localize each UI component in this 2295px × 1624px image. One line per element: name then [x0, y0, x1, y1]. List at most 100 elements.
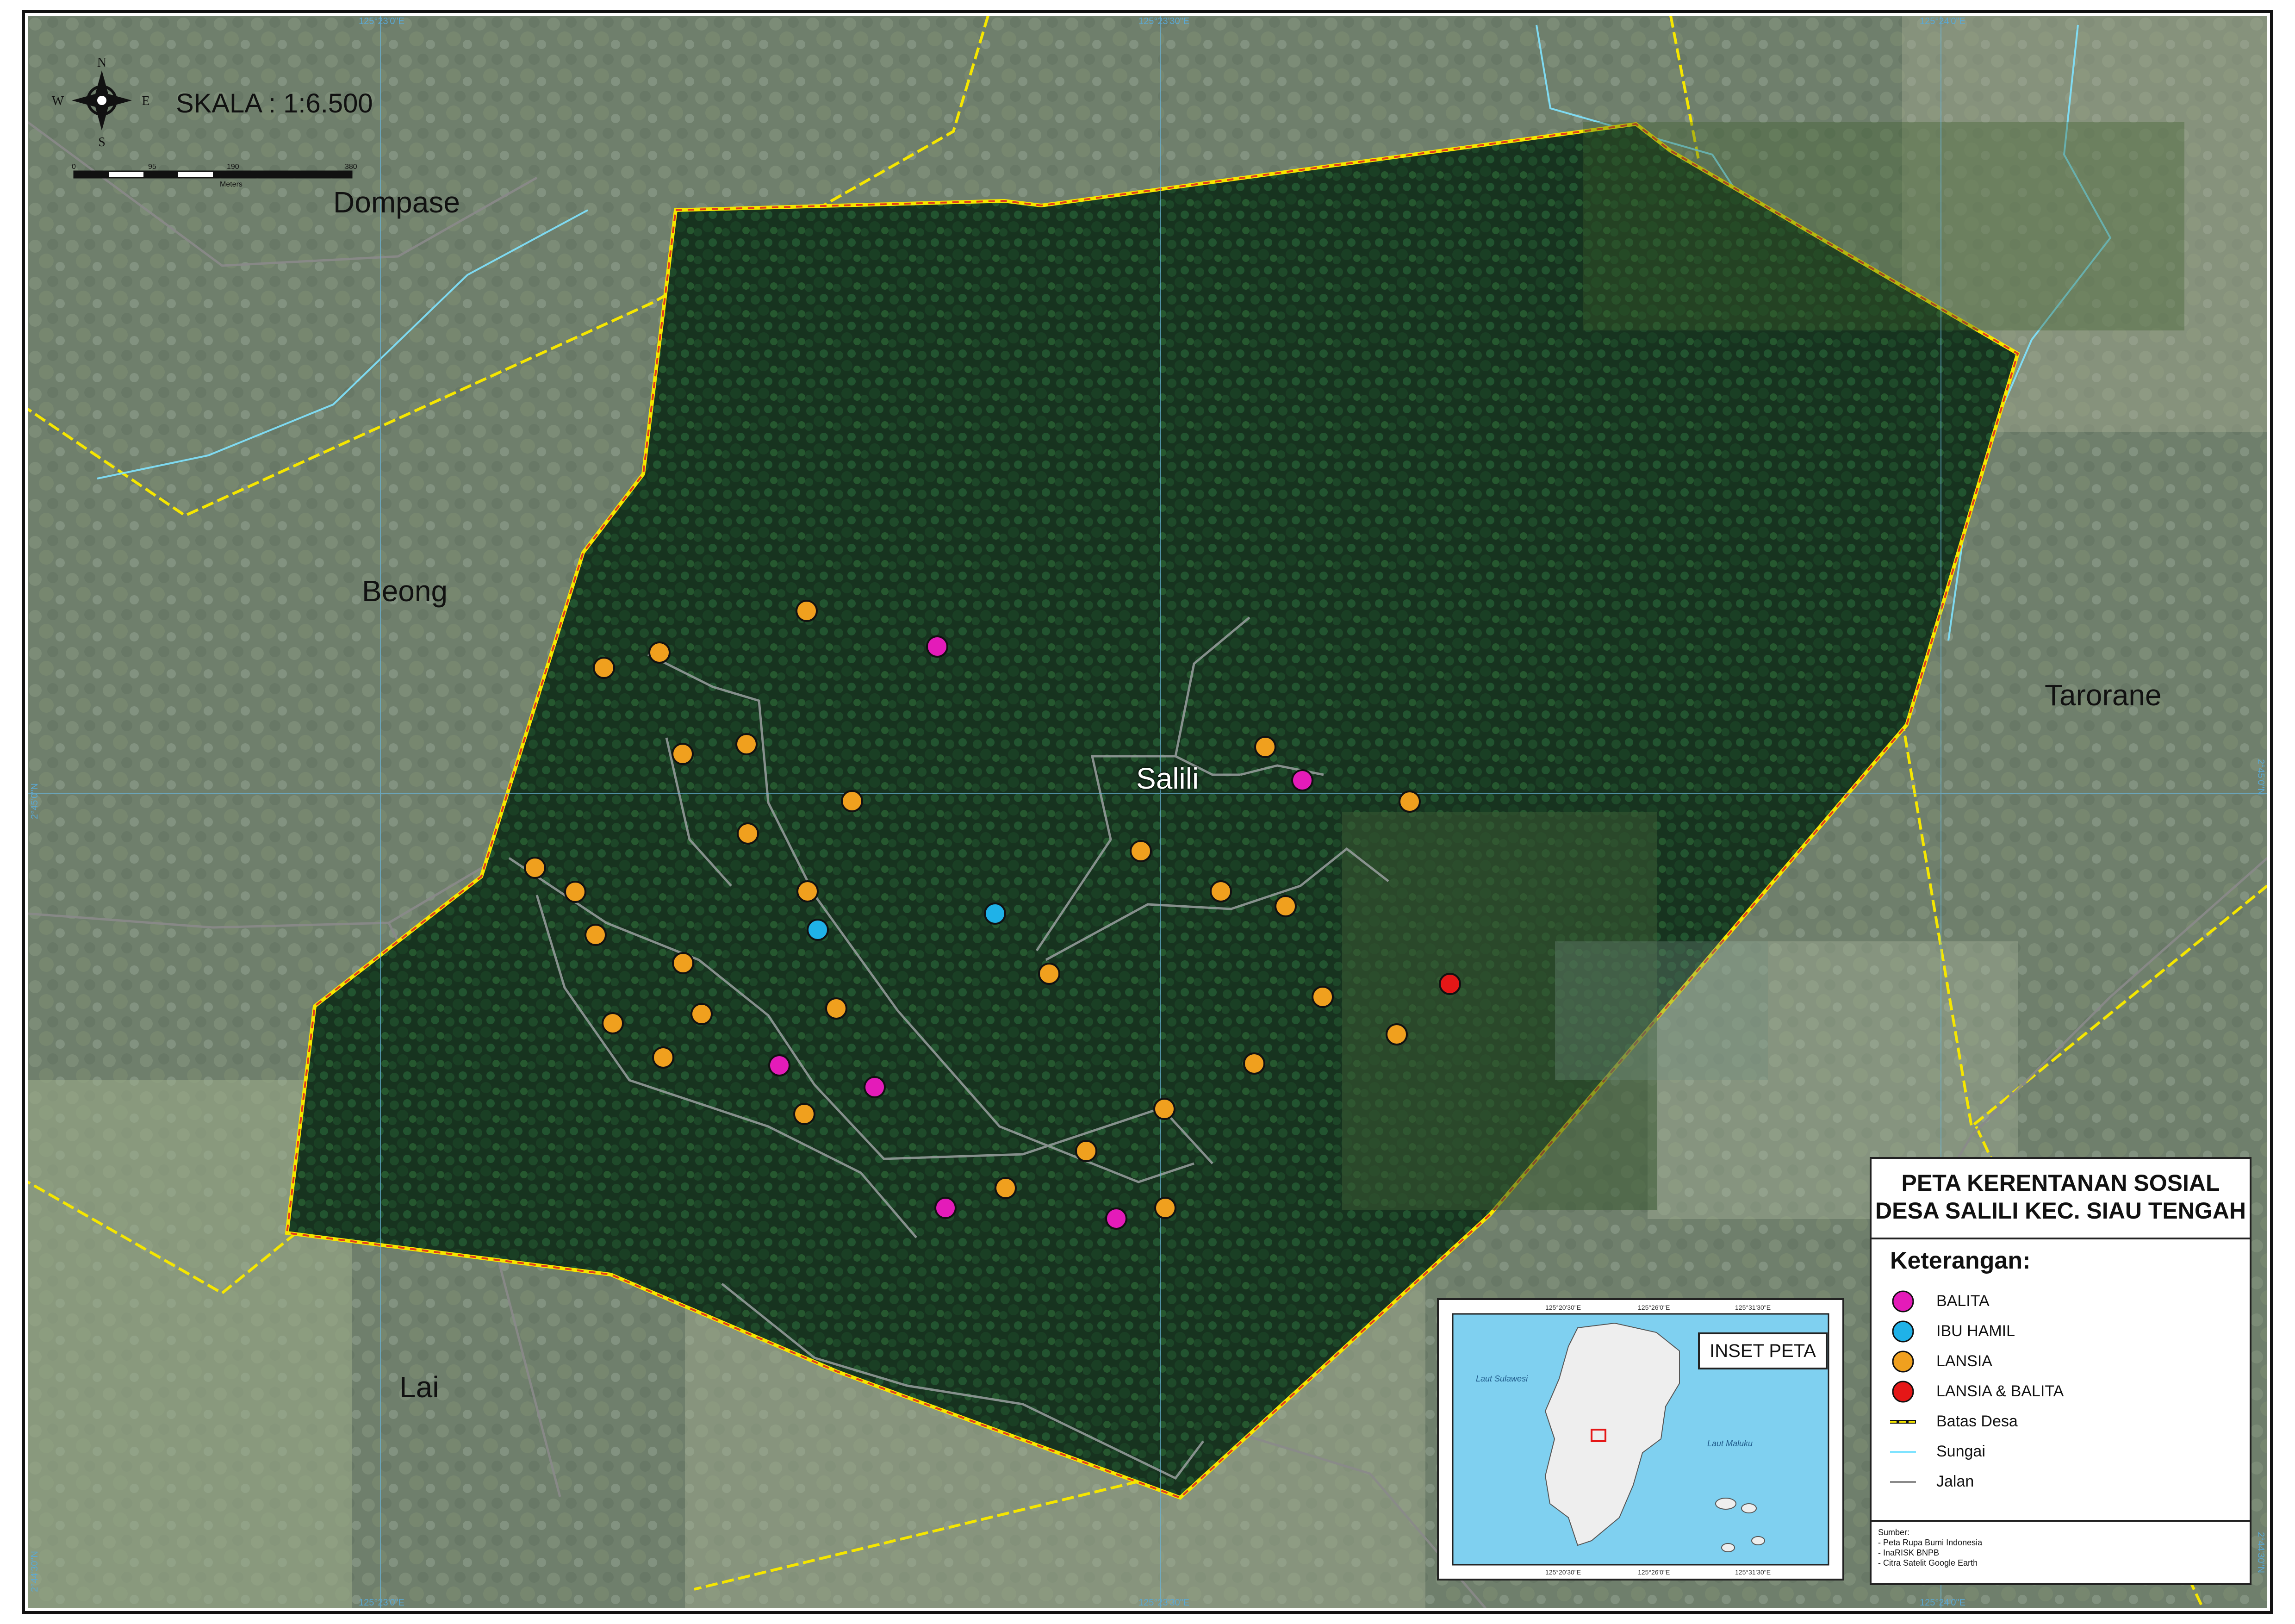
point-lansia-32: [1243, 1052, 1265, 1075]
compass-south-label: S: [98, 135, 106, 149]
inset-tick-top-1: 125°20'30"E: [1545, 1304, 1581, 1311]
inset-islet-2: [1741, 1503, 1757, 1513]
point-balita-37: [934, 1197, 957, 1219]
inset-tick-top-3: 125°31'30"E: [1735, 1304, 1771, 1311]
legend-title: PETA KERENTANAN SOSIAL DESA SALILI KEC. …: [1872, 1159, 2250, 1239]
legend-symbol: [1890, 1420, 1916, 1424]
point-lansia-24: [602, 1012, 624, 1034]
coord-left-1: 2°45'0"N: [30, 783, 40, 819]
scale-tick-380: 380: [345, 163, 357, 171]
source-heading: Sumber:: [1878, 1528, 1910, 1537]
point-lansia-12: [1130, 840, 1152, 862]
point-lansia-9: [1254, 736, 1276, 758]
inset-tick-bottom-1: 125°20'30"E: [1545, 1568, 1581, 1576]
place-label-tarorane: Tarorane: [2045, 678, 2162, 712]
coord-right-1: 2°45'0"N: [2256, 759, 2266, 795]
point-lansia-13: [524, 857, 546, 879]
point-lansia-7: [841, 790, 863, 812]
legend-title-line2: DESA SALILI KEC. SIAU TENGAH: [1875, 1198, 2246, 1224]
point-ibu-hamil-19: [984, 902, 1006, 925]
point-lansia-39: [1154, 1197, 1176, 1219]
point-lansia-33: [793, 1103, 815, 1125]
inset-islet-3: [1751, 1536, 1765, 1545]
legend-label: BALITA: [1936, 1292, 1990, 1310]
legend-heading: Keterangan:: [1890, 1247, 2031, 1274]
point-lansia-25: [690, 1003, 713, 1025]
legend-symbol: [1892, 1381, 1914, 1403]
inset-sea-east-label: Laut Maluku: [1707, 1439, 1753, 1448]
coord-top-1: 125°23'0"E: [359, 16, 404, 26]
inset-islet-4: [1721, 1543, 1735, 1552]
inset-map: Laut Sulawesi Laut Maluku 125°20'30"E 12…: [1437, 1298, 1844, 1580]
point-lansia-34: [1153, 1098, 1175, 1120]
legend-symbol: [1890, 1481, 1916, 1483]
inset-tick-bottom-3: 125°31'30"E: [1735, 1568, 1771, 1576]
legend-symbol: [1892, 1350, 1914, 1373]
legend-title-line1: PETA KERENTANAN SOSIAL: [1901, 1170, 2220, 1196]
coord-bottom-3: 125°24'0"E: [1920, 1598, 1965, 1608]
coord-right-2: 2°44'30"N: [2256, 1532, 2266, 1573]
scale-bar: [73, 170, 353, 179]
coord-top-2: 125°23'30"E: [1138, 16, 1190, 26]
legend-panel: PETA KERENTANAN SOSIAL DESA SALILI KEC. …: [1870, 1157, 2251, 1585]
point-lansia-20: [1275, 895, 1297, 917]
point-lansia-15: [796, 880, 819, 902]
point-lansia-35: [1075, 1140, 1097, 1162]
field-patch-top: [1583, 122, 2184, 330]
legend-label: LANSIA: [1936, 1352, 1992, 1370]
point-lansia-balita-23: [1439, 973, 1461, 995]
legend-label: LANSIA & BALITA: [1936, 1382, 2064, 1400]
point-ibu-hamil-18: [807, 919, 829, 941]
point-balita-30: [768, 1054, 790, 1076]
legend-symbol: [1892, 1320, 1914, 1343]
point-lansia-5: [672, 743, 694, 765]
point-lansia-22: [1038, 963, 1060, 985]
compass-north-label: N: [97, 56, 106, 70]
source-item-3: - Citra Satelit Google Earth: [1878, 1558, 1978, 1568]
legend-symbol: [1892, 1290, 1914, 1313]
point-lansia-8: [737, 822, 759, 845]
clearing-patch: [1555, 941, 1768, 1080]
point-lansia-1: [796, 600, 818, 622]
inset-tick-top-2: 125°26'0"E: [1638, 1304, 1670, 1311]
scale-text: SKALA : 1:6.500: [176, 88, 373, 118]
place-label-dompase: Dompase: [333, 186, 460, 219]
inset-islet-1: [1715, 1498, 1736, 1510]
inset-title: INSET PETA: [1698, 1332, 1828, 1369]
point-balita-4: [926, 635, 948, 658]
point-lansia-26: [825, 997, 847, 1020]
source-item-2: - InaRISK BNPB: [1878, 1548, 1940, 1557]
point-lansia-3: [593, 657, 615, 679]
legend-sources: Sumber: - Peta Rupa Bumi Indonesia - Ina…: [1872, 1520, 2250, 1585]
legend-label: Sungai: [1936, 1443, 1985, 1460]
point-lansia-28: [1386, 1023, 1408, 1045]
coord-bottom-1: 125°23'0"E: [359, 1598, 404, 1608]
scale-tick-0: 0: [72, 163, 76, 171]
legend-label: IBU HAMIL: [1936, 1322, 2015, 1340]
point-lansia-14: [564, 881, 586, 903]
point-lansia-17: [585, 924, 607, 946]
coord-bottom-2: 125°23'30"E: [1138, 1598, 1190, 1608]
place-label-lai: Lai: [399, 1370, 439, 1404]
point-lansia-29: [652, 1046, 674, 1069]
point-lansia-27: [1312, 986, 1334, 1008]
point-lansia-36: [995, 1177, 1017, 1199]
place-label-salili: Salili: [1136, 762, 1199, 795]
scale-tick-190: 190: [227, 163, 239, 171]
source-item-1: - Peta Rupa Bumi Indonesia: [1878, 1538, 1983, 1547]
point-lansia-6: [735, 733, 758, 755]
point-balita-10: [1291, 769, 1313, 791]
inset-sea-west-label: Laut Sulawesi: [1476, 1374, 1528, 1383]
scale-unit: Meters: [220, 180, 243, 188]
point-balita-31: [864, 1076, 886, 1098]
scale-tick-95: 95: [148, 163, 156, 171]
point-balita-38: [1105, 1207, 1127, 1230]
point-lansia-21: [672, 952, 694, 974]
point-lansia-16: [1210, 880, 1232, 902]
point-lansia-11: [1399, 790, 1421, 813]
compass-east-label: E: [142, 94, 149, 108]
legend-label: Jalan: [1936, 1473, 1974, 1490]
place-label-beong: Beong: [362, 574, 448, 608]
inset-tick-bottom-2: 125°26'0"E: [1638, 1568, 1670, 1576]
coord-top-3: 125°24'0"E: [1920, 16, 1965, 26]
